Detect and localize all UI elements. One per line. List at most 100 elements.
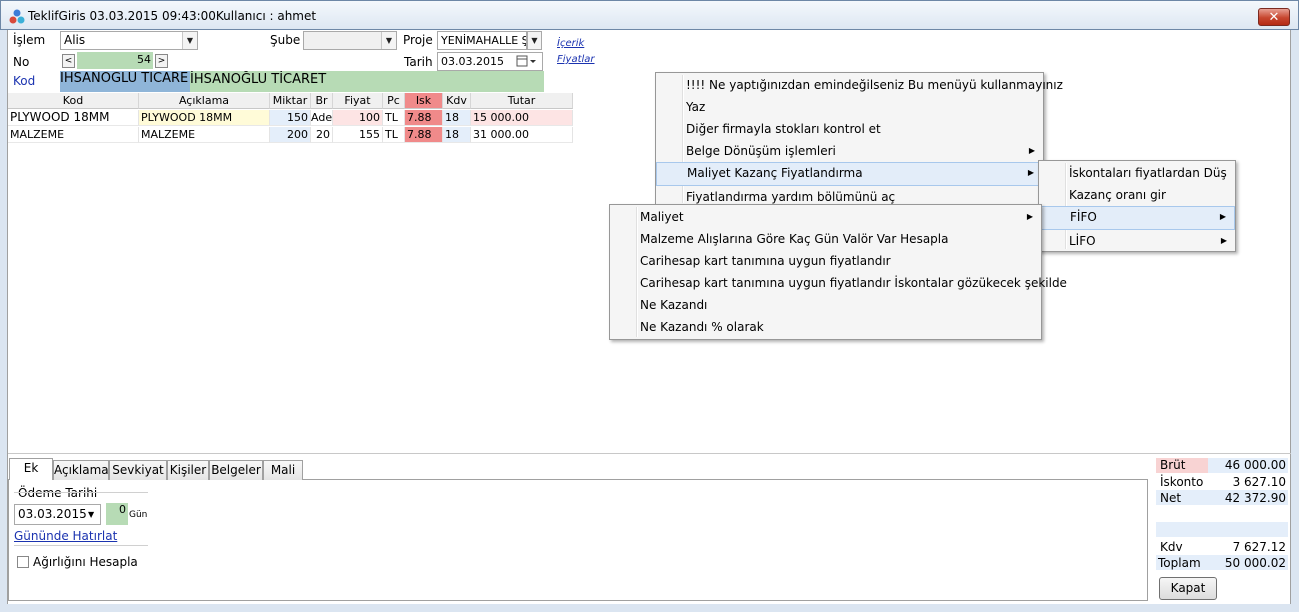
toplam-value: 50 000.02	[1224, 556, 1286, 570]
row1-tutar[interactable]: 15 000.00	[471, 110, 573, 126]
tab-content-ek	[8, 479, 1148, 601]
kdv-label: Kdv	[1160, 540, 1183, 554]
calendar-icon[interactable]	[516, 55, 538, 67]
row1-fiyat[interactable]: 100	[333, 110, 383, 126]
proje-value: YENİMAHALLE Ş	[441, 34, 527, 47]
submenu-arrow-icon: ▶	[1220, 236, 1227, 245]
row1-kdv[interactable]: 18	[443, 110, 471, 126]
no-label: No	[13, 55, 30, 69]
odeme-tarihi-value: 03.03.2015	[18, 507, 87, 521]
submenu-arrow-icon: ▶	[1219, 212, 1226, 221]
agirlik-label: Ağırlığını Hesapla	[33, 555, 138, 569]
menu-item-maliyet[interactable]: Maliyet ▶	[610, 206, 1041, 228]
next-button[interactable]: >	[155, 54, 168, 68]
proje-label: Proje	[403, 33, 433, 47]
col-br-header[interactable]: Br	[311, 93, 333, 109]
islem-value: Alis	[64, 33, 86, 47]
row2-aciklama[interactable]: MALZEME	[139, 127, 270, 143]
submenu-arrow-icon: ▶	[1028, 146, 1035, 155]
prev-button[interactable]: <	[62, 54, 75, 68]
window-title: TeklifGiris 03.03.2015 09:43:00Kullanıcı…	[28, 9, 317, 23]
menu-item-ne-kazandi[interactable]: Ne Kazandı	[610, 294, 1041, 316]
brut-value: 46 000.00	[1224, 458, 1286, 472]
menu-item-iskonto-dus[interactable]: İskontaları fiyatlardan Düş	[1039, 162, 1235, 184]
col-tutar-header[interactable]: Tutar	[471, 93, 573, 109]
fiyatlar-link[interactable]: Fiyatlar	[557, 54, 595, 65]
gununde-hatirlat-link[interactable]: Gününde Hatırlat	[14, 529, 117, 543]
row2-kod[interactable]: MALZEME	[8, 127, 139, 143]
row1-aciklama[interactable]: PLYWOOD 18MM	[139, 110, 270, 126]
hatirlat-divider	[14, 545, 148, 546]
menu-item-stok-kontrol[interactable]: Diğer firmayla stokları kontrol et	[656, 118, 1043, 140]
col-fiyat-header[interactable]: Fiyat	[333, 93, 383, 109]
col-miktar-header[interactable]: Miktar	[270, 93, 311, 109]
tab-mali[interactable]: Mali	[263, 460, 303, 480]
row1-pc[interactable]: TL	[383, 110, 405, 126]
brut-label: Brüt	[1160, 458, 1186, 472]
gun-label: Gün	[129, 510, 148, 520]
col-aciklama-header[interactable]: Açıklama	[139, 93, 270, 109]
submenu-fifo: Maliyet ▶ Malzeme Alışlarına Göre Kaç Gün…	[609, 204, 1067, 340]
row2-miktar[interactable]: 200	[270, 127, 311, 143]
blank-summary-row	[1156, 522, 1288, 537]
row2-br[interactable]: 20	[311, 127, 333, 143]
row2-kdv[interactable]: 18	[443, 127, 471, 143]
col-kod-header[interactable]: Kod	[8, 93, 139, 109]
close-button[interactable]: ✕	[1258, 8, 1290, 26]
tab-aciklama[interactable]: Açıklama	[53, 460, 109, 480]
proje-dropdown-icon[interactable]: ▼	[527, 31, 542, 50]
firma-name-field: İHSANOĞLU TİCARET	[190, 71, 544, 92]
menu-item-kazanc-orani[interactable]: Kazanç oranı gir	[1039, 184, 1235, 206]
menu-item-cari-fiyatlandir-iskonto[interactable]: Carihesap kart tanımına uygun fiyatlandı…	[610, 272, 1067, 294]
islem-select[interactable]: Alis	[60, 31, 198, 50]
menu-item-cari-fiyatlandir[interactable]: Carihesap kart tanımına uygun fiyatlandı…	[610, 250, 1041, 272]
sube-dropdown-icon[interactable]: ▼	[381, 32, 396, 49]
menu-item-lifo[interactable]: LİFO ▶	[1039, 230, 1235, 252]
submenu-arrow-icon: ▶	[1026, 212, 1033, 221]
row2-tutar[interactable]: 31 000.00	[471, 127, 573, 143]
menu-item-valor-hesapla[interactable]: Malzeme Alışlarına Göre Kaç Gün Valör Va…	[610, 228, 1041, 250]
kapat-button[interactable]: Kapat	[1159, 577, 1217, 600]
no-input[interactable]: 54	[77, 52, 153, 69]
col-kdv-header[interactable]: Kdv	[443, 93, 471, 109]
menu-item-warning[interactable]: !!!! Ne yaptığınızdan emindeğilseniz Bu …	[656, 74, 1063, 96]
col-pc-header[interactable]: Pc	[383, 93, 405, 109]
odeme-dropdown-icon[interactable]: ▼	[88, 505, 94, 524]
row1-isk[interactable]: 7.88	[405, 110, 443, 126]
submenu-maliyet-kazanc: İskontaları fiyatlardan Düş Kazanç oranı…	[1038, 160, 1236, 252]
submenu-arrow-icon: ▶	[1027, 168, 1034, 177]
tab-belgeler[interactable]: Belgeler	[209, 460, 263, 480]
kod-label: Kod	[13, 74, 36, 88]
row2-isk[interactable]: 7.88	[405, 127, 443, 143]
tarih-label: Tarih	[404, 55, 433, 69]
app-icon	[9, 9, 25, 24]
menu-item-belge-donusum[interactable]: Belge Dönüşüm işlemleri ▶	[656, 140, 1043, 162]
row2-fiyat[interactable]: 155	[333, 127, 383, 143]
menu-item-yaz[interactable]: Yaz	[656, 96, 1043, 118]
menu-item-maliyet-kazanc[interactable]: Maliyet Kazanç Fiyatlandırma ▶	[656, 162, 1043, 186]
tab-sevkiyat[interactable]: Sevkiyat	[109, 460, 167, 480]
islem-label: İşlem	[13, 33, 46, 47]
odeme-divider	[14, 492, 148, 493]
row1-miktar[interactable]: 150	[270, 110, 311, 126]
gun-input[interactable]: 0	[106, 503, 128, 525]
kod-input[interactable]: İHSANOĞLU TİCARE	[60, 71, 190, 92]
tab-kisiler[interactable]: Kişiler	[167, 460, 209, 480]
proje-select[interactable]: YENİMAHALLE Ş	[437, 31, 527, 50]
icerik-link[interactable]: İçerik	[557, 38, 584, 49]
menu-item-fifo[interactable]: FİFO ▶	[1039, 206, 1235, 230]
tab-ek[interactable]: Ek	[9, 458, 53, 480]
row1-kod[interactable]: PLYWOOD 18MM	[8, 110, 139, 126]
tarih-value: 03.03.2015	[441, 55, 504, 68]
row1-br[interactable]: Adet	[311, 110, 333, 126]
sube-label: Şube	[270, 33, 301, 47]
agirlik-checkbox[interactable]	[17, 556, 29, 568]
row2-pc[interactable]: TL	[383, 127, 405, 143]
odeme-tarihi-label: Ödeme Tarihi	[18, 486, 98, 500]
col-isk-header[interactable]: Isk	[405, 93, 443, 109]
net-label: Net	[1160, 491, 1182, 505]
toplam-label: Toplam	[1158, 556, 1201, 570]
kdv-value: 7 627.12	[1232, 540, 1286, 554]
islem-dropdown-icon[interactable]: ▼	[182, 32, 197, 49]
menu-item-ne-kazandi-yuzde[interactable]: Ne Kazandı % olarak	[610, 316, 1041, 338]
